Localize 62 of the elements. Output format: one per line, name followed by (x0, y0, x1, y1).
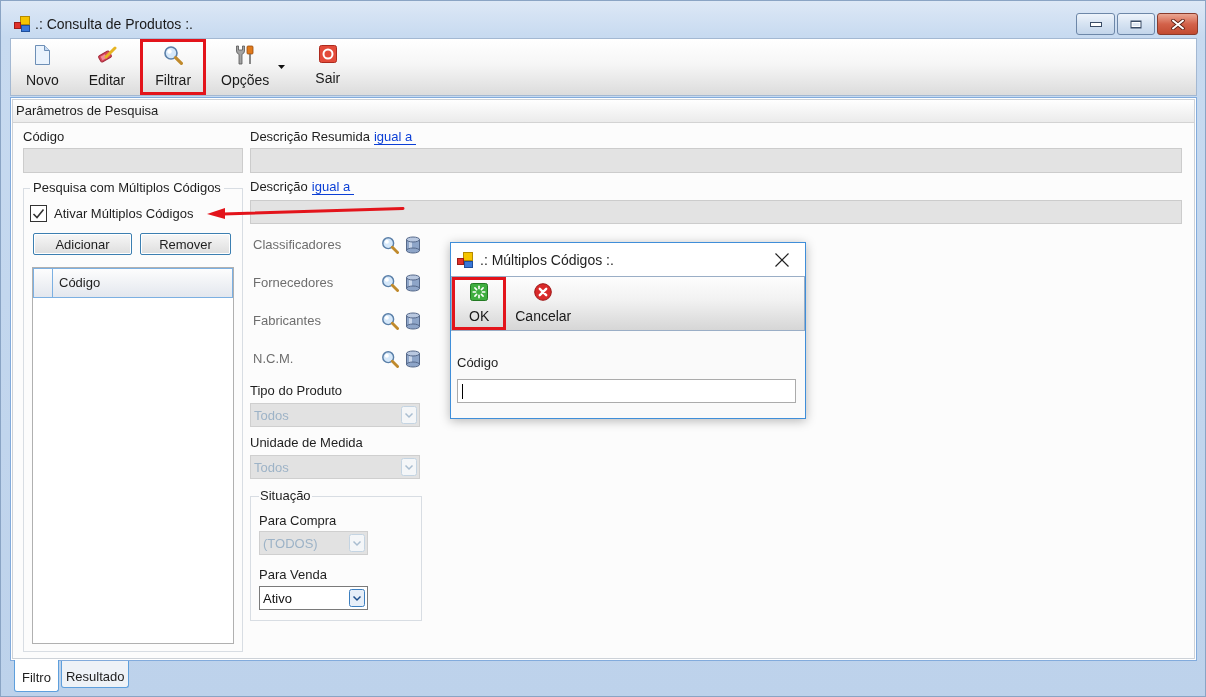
minimize-icon (1089, 21, 1102, 27)
app-icon (457, 251, 473, 268)
chevron-down-icon (401, 458, 417, 476)
chevron-down-icon (349, 589, 365, 607)
cylinder-icon[interactable] (405, 236, 421, 254)
power-icon (318, 45, 337, 63)
field-label: Descrição Resumida (250, 129, 370, 145)
maximize-icon (1130, 19, 1142, 29)
row-header (33, 268, 53, 298)
field-label: Classificadores (253, 237, 343, 253)
remove-button[interactable]: Remover (140, 233, 231, 255)
field-label: N.C.M. (253, 351, 295, 367)
field-label: Código (23, 129, 66, 145)
cylinder-icon[interactable] (405, 350, 421, 368)
chevron-down-icon (349, 534, 365, 552)
field-label: Fabricantes (253, 313, 322, 329)
field-label: Para Venda (259, 567, 328, 583)
app-icon (14, 16, 30, 32)
close-button[interactable] (1157, 13, 1198, 35)
x-circle-icon (534, 283, 553, 301)
search-icon[interactable] (381, 312, 399, 330)
close-icon (1170, 18, 1185, 30)
minimize-button[interactable] (1076, 13, 1115, 35)
search-icon[interactable] (381, 236, 399, 254)
column-header[interactable]: Código (52, 268, 233, 298)
toolbar-button[interactable]: Sair (300, 39, 356, 95)
cylinder-icon[interactable] (405, 274, 421, 292)
toolbar-button[interactable]: Novo (11, 39, 74, 95)
maximize-button[interactable] (1117, 13, 1155, 35)
toolbar-button[interactable]: Cancelar (510, 277, 577, 330)
tab[interactable]: Resultado (60, 661, 130, 688)
pencil-icon (96, 45, 117, 65)
asterisk-icon (470, 283, 489, 301)
toolbar-button[interactable]: Opções (206, 39, 301, 95)
chevron-down-icon (401, 406, 417, 424)
field-label: Código (457, 355, 500, 371)
tab[interactable]: Filtro (14, 660, 59, 692)
search-icon[interactable] (381, 350, 399, 368)
tools-icon (235, 45, 256, 65)
field-label: Unidade de Medida (250, 435, 364, 451)
field-label: Para Compra (259, 513, 338, 529)
field-label: Tipo do Produto (250, 383, 344, 399)
caret-icon (278, 65, 286, 69)
toolbar-button[interactable]: Filtrar (140, 39, 207, 95)
text-field[interactable] (457, 379, 796, 403)
toolbar-button[interactable]: OK (452, 277, 507, 330)
group-title: Pesquisa com Múltiplos Códigos (32, 180, 222, 196)
toolbar-button[interactable]: Editar (73, 39, 141, 95)
group-title: Situação (259, 488, 312, 504)
window-title: .: Consulta de Produtos :. (35, 16, 193, 32)
checkbox-label: Ativar Múltiplos Códigos (54, 205, 194, 222)
search-icon[interactable] (381, 274, 399, 292)
close-icon[interactable] (775, 252, 789, 267)
cylinder-icon[interactable] (405, 312, 421, 330)
document-icon (34, 45, 50, 65)
dialog-title: .: Múltiplos Códigos :. (480, 251, 614, 268)
add-button[interactable]: Adicionar (33, 233, 132, 255)
field-label: Descrição (250, 179, 308, 195)
search-icon (163, 45, 184, 65)
dropdown[interactable]: Ativo (259, 586, 368, 610)
checkbox[interactable] (30, 205, 47, 222)
field-label: Fornecedores (253, 275, 335, 291)
